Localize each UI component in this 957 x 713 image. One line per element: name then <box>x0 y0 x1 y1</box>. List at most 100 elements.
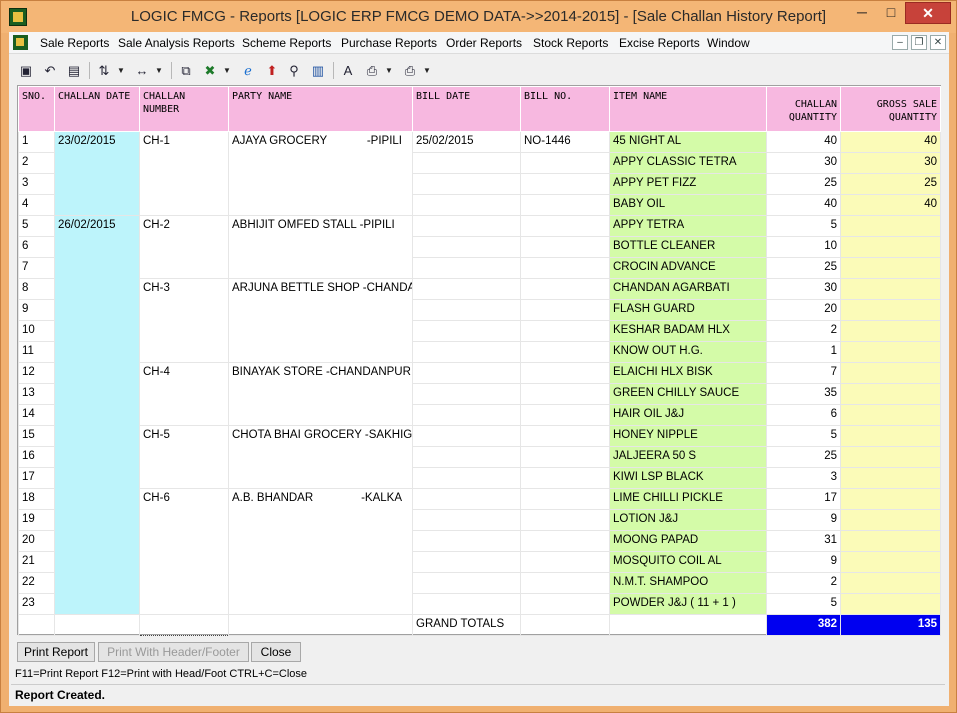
cell-sno[interactable]: 3 <box>18 173 55 195</box>
cell-party-name[interactable]: ARJUNA BETTLE SHOP -CHANDANPUR <box>228 278 413 363</box>
cell-challan-quantity[interactable]: 20 <box>766 299 841 321</box>
cell-bill-date[interactable] <box>412 215 521 237</box>
cell-bill-no[interactable] <box>520 173 610 195</box>
cell-bill-date[interactable] <box>412 152 521 174</box>
cell-bill-date[interactable] <box>412 257 521 279</box>
cell-bill-date[interactable] <box>412 551 521 573</box>
cell-challan-date[interactable]: 23/02/2015 <box>54 131 140 216</box>
cell-bill-date[interactable] <box>412 278 521 300</box>
cell-sno[interactable]: 1 <box>18 131 55 153</box>
copy-icon[interactable]: ⧉ <box>177 62 195 79</box>
menu-order-reports[interactable]: Order Reports <box>446 36 522 50</box>
excel-icon[interactable]: ✖ <box>201 62 219 79</box>
cell-bill-no[interactable] <box>520 299 610 321</box>
excel-dropdown-icon[interactable]: ▼ <box>223 62 231 79</box>
cell-gross-sale-quantity[interactable] <box>840 341 941 363</box>
cell-challan-number[interactable]: CH-2 <box>139 215 229 279</box>
cell-challan-quantity[interactable]: 17 <box>766 488 841 510</box>
cell-sno[interactable]: 4 <box>18 194 55 216</box>
cell-bill-date[interactable] <box>412 236 521 258</box>
cell-item-name[interactable]: APPY CLASSIC TETRA <box>609 152 767 174</box>
cell-challan-quantity[interactable]: 5 <box>766 215 841 237</box>
cell-bill-date[interactable] <box>412 593 521 615</box>
col-header-challan-quantity[interactable]: CHALLAN QUANTITY <box>766 86 841 132</box>
cell-bill-no[interactable] <box>520 530 610 552</box>
sort-dropdown-icon[interactable]: ▼ <box>117 62 125 79</box>
chart-icon[interactable]: ▥ <box>309 62 327 79</box>
cell-gross-sale-quantity[interactable] <box>840 257 941 279</box>
sort-icon[interactable]: ⇅ <box>95 62 113 79</box>
cell-item-name[interactable]: CHANDAN AGARBATI <box>609 278 767 300</box>
cell-challan-quantity[interactable]: 10 <box>766 236 841 258</box>
cell-bill-no[interactable] <box>520 572 610 594</box>
print-icon[interactable]: ⎙ <box>401 62 419 79</box>
mdi-minimize-button[interactable]: – <box>892 35 908 50</box>
cell-challan-quantity[interactable]: 25 <box>766 173 841 195</box>
cell-challan-quantity[interactable]: 9 <box>766 509 841 531</box>
cell-sno[interactable]: 2 <box>18 152 55 174</box>
cell-challan-quantity[interactable]: 9 <box>766 551 841 573</box>
cell-challan-quantity[interactable]: 2 <box>766 572 841 594</box>
cell-bill-date[interactable] <box>412 467 521 489</box>
cell-sno[interactable]: 13 <box>18 383 55 405</box>
cell-party-name[interactable]: A.B. BHANDAR -KALKA <box>228 488 413 615</box>
cell-bill-date[interactable] <box>412 341 521 363</box>
cell-challan-quantity[interactable]: 7 <box>766 362 841 384</box>
cell-bill-date[interactable] <box>412 446 521 468</box>
cell-gross-sale-quantity[interactable] <box>840 215 941 237</box>
cell-item-name[interactable]: MOONG PAPAD <box>609 530 767 552</box>
cell-bill-date[interactable] <box>412 488 521 510</box>
cell-item-name[interactable]: KIWI LSP BLACK <box>609 467 767 489</box>
cell-bill-date[interactable] <box>412 299 521 321</box>
table-row[interactable]: 15 CH-5CHOTA BHAI GROCERY -SAKHIGOPAL HONE… <box>18 425 941 489</box>
cell-item-name[interactable]: APPY TETRA <box>609 215 767 237</box>
print-report-button[interactable]: Print Report <box>17 642 95 662</box>
menu-window[interactable]: Window <box>707 36 750 50</box>
mdi-restore-button[interactable]: ❐ <box>911 35 927 50</box>
cell-challan-quantity[interactable]: 35 <box>766 383 841 405</box>
cell-sno[interactable]: 17 <box>18 467 55 489</box>
cell-party-name[interactable]: BINAYAK STORE -CHANDANPUR <box>228 362 413 426</box>
cell-bill-no[interactable] <box>520 320 610 342</box>
cell-gross-sale-quantity[interactable] <box>840 299 941 321</box>
table-row[interactable]: 8 CH-3ARJUNA BETTLE SHOP -CHANDANPUR CHAND… <box>18 278 941 363</box>
cell-gross-sale-quantity[interactable] <box>840 593 941 615</box>
cell-sno[interactable]: 18 <box>18 488 55 510</box>
cell-bill-no[interactable] <box>520 404 610 426</box>
menu-sale-reports[interactable]: Sale Reports <box>40 36 109 50</box>
column-width-icon[interactable]: ↔ <box>133 62 151 79</box>
cell-gross-sale-quantity[interactable] <box>840 425 941 447</box>
menu-sale-analysis-reports[interactable]: Sale Analysis Reports <box>118 36 235 50</box>
cell-gross-sale-quantity[interactable]: 30 <box>840 152 941 174</box>
col-header-item-name[interactable]: ITEM NAME <box>609 86 767 132</box>
cell-challan-quantity[interactable]: 6 <box>766 404 841 426</box>
cell-challan-quantity[interactable]: 5 <box>766 425 841 447</box>
table-row[interactable]: 18 CH-6 A.B. BHANDAR -KALKA LIME CHILLI PICK… <box>18 488 941 615</box>
cell-sno[interactable]: 23 <box>18 593 55 615</box>
cell-challan-quantity[interactable]: 25 <box>766 446 841 468</box>
cell-bill-no[interactable] <box>520 509 610 531</box>
cell-gross-sale-quantity[interactable]: 40 <box>840 131 941 153</box>
cell-sno[interactable]: 19 <box>18 509 55 531</box>
cell-bill-date[interactable] <box>412 362 521 384</box>
col-header-challan-date[interactable]: CHALLAN DATE <box>54 86 140 132</box>
cell-challan-date[interactable]: 26/02/2015 <box>54 215 140 615</box>
cell-bill-no[interactable] <box>520 215 610 237</box>
cell-gross-sale-quantity[interactable] <box>840 404 941 426</box>
cell-bill-no[interactable] <box>520 488 610 510</box>
cell-sno[interactable]: 5 <box>18 215 55 237</box>
cell-bill-date[interactable] <box>412 530 521 552</box>
cell-bill-date[interactable] <box>412 404 521 426</box>
cell-item-name[interactable]: KNOW OUT H.G. <box>609 341 767 363</box>
menu-stock-reports[interactable]: Stock Reports <box>533 36 608 50</box>
cell-bill-date[interactable]: 25/02/2015 <box>412 131 521 153</box>
cell-bill-no[interactable] <box>520 383 610 405</box>
browser-icon[interactable]: ℯ <box>239 62 257 79</box>
cell-challan-quantity[interactable]: 40 <box>766 194 841 216</box>
cell-sno[interactable]: 15 <box>18 425 55 447</box>
cell-gross-sale-quantity[interactable] <box>840 362 941 384</box>
col-header-party-name[interactable]: PARTY NAME <box>228 86 413 132</box>
cell-bill-date[interactable] <box>412 194 521 216</box>
col-header-gross-sale-quantity[interactable]: GROSS SALE QUANTITY <box>840 86 941 132</box>
cell-party-name[interactable]: AJAYA GROCERY -PIPILI <box>228 131 413 216</box>
